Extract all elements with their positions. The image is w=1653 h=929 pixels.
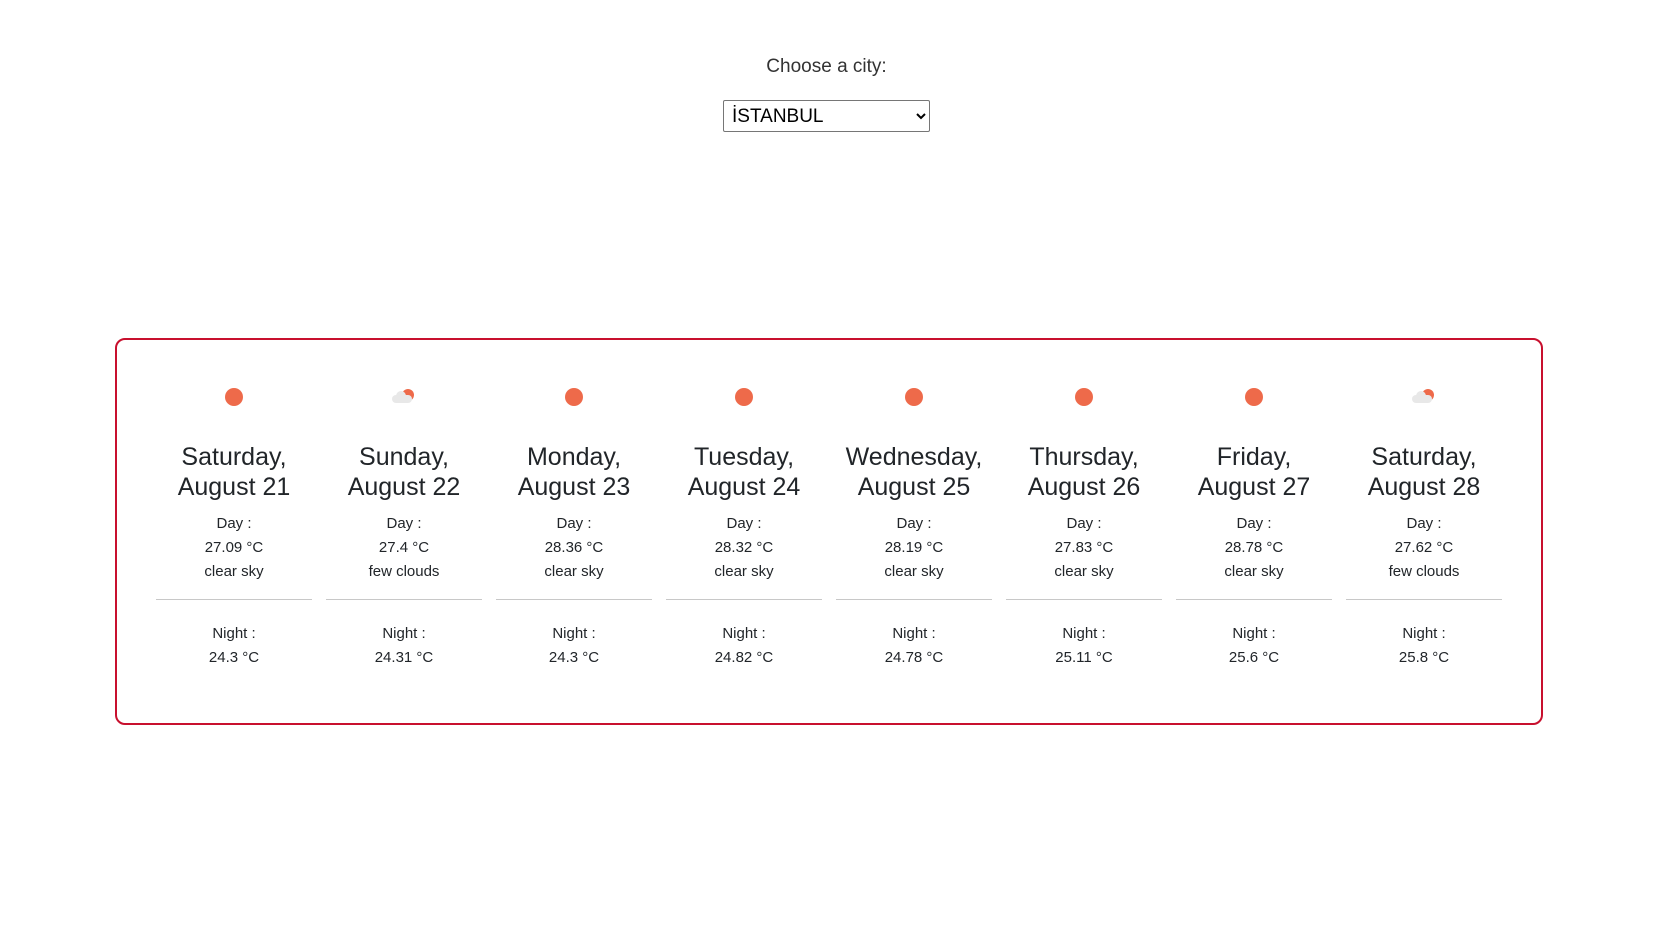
divider <box>496 599 652 600</box>
weekday: Sunday, <box>359 443 449 471</box>
sun-icon <box>905 388 923 406</box>
day-temp: 28.19 °C <box>884 539 944 556</box>
day-title: Wednesday, August 25 <box>846 442 983 502</box>
sun-icon <box>1245 388 1263 406</box>
forecast-day-7: Friday, August 27 Day : 28.78 °C clear s… <box>1169 340 1339 723</box>
few-clouds-icon <box>389 386 419 408</box>
weekday: Friday, <box>1216 443 1292 471</box>
weather-desc: clear sky <box>544 563 604 580</box>
weekday: Tuesday, <box>693 443 795 471</box>
forecast-day-4: Tuesday, August 24 Day : 28.32 °C clear … <box>659 340 829 723</box>
night-label: Night : <box>1062 625 1106 642</box>
city-label: Choose a city: <box>766 56 887 77</box>
night-temp: 25.6 °C <box>1228 649 1280 666</box>
forecast-day-6: Thursday, August 26 Day : 27.83 °C clear… <box>999 340 1169 723</box>
day-temp: 27.62 °C <box>1394 539 1454 556</box>
day-temp: 27.4 °C <box>378 539 430 556</box>
divider <box>1176 599 1332 600</box>
divider <box>1346 599 1502 600</box>
forecast-day-8: Saturday, August 28 Day : 27.62 °C few c… <box>1339 340 1509 723</box>
city-select[interactable]: İSTANBUL <box>723 100 930 132</box>
night-temp: 24.3 °C <box>208 649 260 666</box>
day-temp: 28.36 °C <box>544 539 604 556</box>
night-label: Night : <box>1402 625 1446 642</box>
forecast-day-5: Wednesday, August 25 Day : 28.19 °C clea… <box>829 340 999 723</box>
day-temp: 27.83 °C <box>1054 539 1114 556</box>
forecast-panel: Saturday, August 21 Day : 27.09 °C clear… <box>115 338 1543 725</box>
weather-desc: few clouds <box>368 563 440 580</box>
weekday: Wednesday, <box>845 443 983 471</box>
divider <box>1006 599 1162 600</box>
day-title: Sunday, August 22 <box>348 442 461 502</box>
forecast-day-1: Saturday, August 21 Day : 27.09 °C clear… <box>149 340 319 723</box>
date: August 27 <box>1197 473 1311 501</box>
weather-desc: clear sky <box>884 563 944 580</box>
day-temp: 28.32 °C <box>714 539 774 556</box>
day-temp: 28.78 °C <box>1224 539 1284 556</box>
day-temp: 27.09 °C <box>204 539 264 556</box>
night-label: Night : <box>552 625 596 642</box>
date: August 24 <box>687 473 801 501</box>
night-temp: 24.31 °C <box>374 649 434 666</box>
day-title: Thursday, August 26 <box>1028 442 1141 502</box>
sun-icon <box>1075 388 1093 406</box>
night-label: Night : <box>892 625 936 642</box>
night-temp: 24.78 °C <box>884 649 944 666</box>
city-chooser: Choose a city: İSTANBUL <box>0 56 1653 132</box>
day-label: Day : <box>386 515 422 532</box>
day-label: Day : <box>896 515 932 532</box>
weekday: Monday, <box>526 443 622 471</box>
day-label: Day : <box>1066 515 1102 532</box>
date: August 26 <box>1027 473 1141 501</box>
sun-icon <box>565 388 583 406</box>
day-title: Saturday, August 21 <box>178 442 291 502</box>
forecast-day-3: Monday, August 23 Day : 28.36 °C clear s… <box>489 340 659 723</box>
day-title: Tuesday, August 24 <box>688 442 801 502</box>
weather-desc: clear sky <box>1054 563 1114 580</box>
night-label: Night : <box>382 625 426 642</box>
divider <box>666 599 822 600</box>
date: August 25 <box>857 473 971 501</box>
day-label: Day : <box>1406 515 1442 532</box>
divider <box>836 599 992 600</box>
day-label: Day : <box>1236 515 1272 532</box>
day-title: Monday, August 23 <box>518 442 631 502</box>
forecast-day-2: Sunday, August 22 Day : 27.4 °C few clou… <box>319 340 489 723</box>
weather-desc: clear sky <box>204 563 264 580</box>
night-temp: 25.11 °C <box>1055 649 1113 666</box>
day-title: Friday, August 27 <box>1198 442 1311 502</box>
date: August 21 <box>177 473 291 501</box>
weather-desc: clear sky <box>1224 563 1284 580</box>
day-title: Saturday, August 28 <box>1368 442 1481 502</box>
night-label: Night : <box>1232 625 1276 642</box>
night-label: Night : <box>722 625 766 642</box>
weather-desc: clear sky <box>714 563 774 580</box>
divider <box>326 599 482 600</box>
weekday: Thursday, <box>1029 443 1139 471</box>
day-label: Day : <box>556 515 592 532</box>
few-clouds-icon <box>1409 386 1439 408</box>
date: August 23 <box>517 473 631 501</box>
night-temp: 24.82 °C <box>714 649 774 666</box>
night-label: Night : <box>212 625 256 642</box>
sun-icon <box>735 388 753 406</box>
date: August 28 <box>1367 473 1481 501</box>
divider <box>156 599 312 600</box>
weekday: Saturday, <box>1371 443 1477 471</box>
day-label: Day : <box>726 515 762 532</box>
night-temp: 25.8 °C <box>1398 649 1450 666</box>
weather-desc: few clouds <box>1388 563 1460 580</box>
night-temp: 24.3 °C <box>548 649 600 666</box>
day-label: Day : <box>216 515 252 532</box>
date: August 22 <box>347 473 461 501</box>
sun-icon <box>225 388 243 406</box>
weekday: Saturday, <box>181 443 287 471</box>
